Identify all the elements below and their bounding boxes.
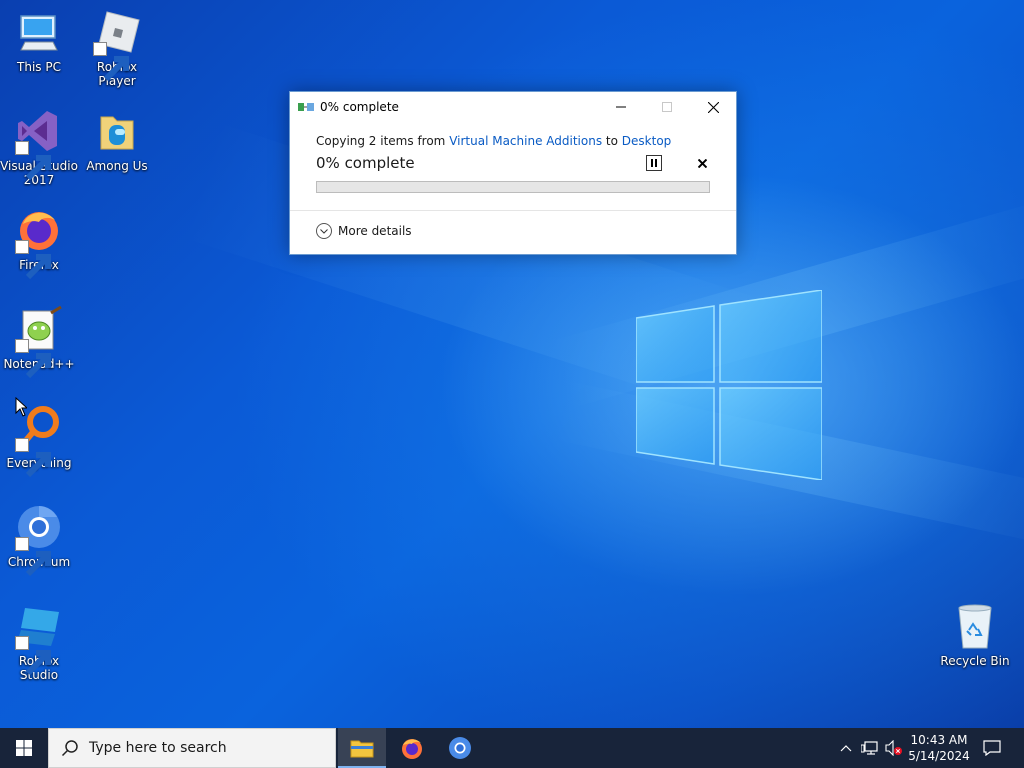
dialog-divider [290,210,736,211]
shortcut-arrow-icon [15,339,51,379]
windows-logo [636,290,822,480]
desktop-icon-roblox-player[interactable]: Roblox Player [78,8,156,88]
copy-files-icon [298,103,314,111]
clock-time: 10:43 AM [910,733,968,747]
notification-icon [983,740,1001,756]
desktop-icon-roblox-studio[interactable]: Roblox Studio [0,602,78,682]
desktop-icon-chromium[interactable]: Chromium [0,503,78,577]
windows-start-icon [16,740,32,756]
pause-icon [651,159,657,167]
cancel-copy-button[interactable] [694,155,710,171]
shortcut-arrow-icon [15,141,51,181]
close-button[interactable] [690,92,736,122]
desktop-icon-label: Recycle Bin [940,654,1010,668]
more-details-toggle[interactable]: More details [316,223,412,239]
percent-complete: 0% complete [316,154,415,172]
action-center-button[interactable] [980,728,1004,768]
minimize-button[interactable] [598,92,644,122]
desktop-icon-recycle-bin[interactable]: Recycle Bin [936,602,1014,668]
chevron-up-icon [840,745,852,752]
network-button[interactable] [858,728,882,768]
shortcut-arrow-icon [15,240,51,280]
desktop-icon-among-us[interactable]: Among Us [78,107,156,173]
desktop-icon-visual-studio[interactable]: Visual Studio 2017 [0,107,78,187]
desktop-icon-notepadpp[interactable]: Notepad++ [0,305,78,379]
firefox-icon [15,206,63,280]
pause-button[interactable] [646,155,662,171]
volume-muted-icon [885,740,902,756]
desktop-icon-everything[interactable]: Everything [0,404,78,478]
more-details-label: More details [338,224,412,238]
among-us-icon [93,107,141,155]
desktop-icon-this-pc[interactable]: This PC [0,8,78,74]
desktop-icon-firefox[interactable]: Firefox [0,206,78,280]
mouse-cursor-icon [15,397,27,417]
shortcut-arrow-icon [15,636,51,676]
taskbar-chromium[interactable] [436,728,484,768]
network-icon [861,741,878,755]
shortcut-arrow-icon [93,42,129,82]
start-button[interactable] [0,728,48,768]
to-word: to [605,134,618,148]
taskbar-file-explorer[interactable] [338,728,386,768]
chevron-down-icon [316,223,332,239]
roblox-studio-icon [15,602,63,676]
dialog-titlebar[interactable]: 0% complete [290,92,736,122]
search-placeholder: Type here to search [89,740,227,756]
notepadpp-icon [15,305,63,379]
destination-link[interactable]: Desktop [622,134,672,148]
copy-prefix: Copying 2 items from [316,134,446,148]
minimize-icon [616,106,626,108]
copy-description: Copying 2 items from Virtual Machine Add… [316,134,671,148]
system-tray [834,728,906,768]
copy-progress-bar [316,181,710,193]
file-explorer-icon [350,740,374,758]
chromium-icon [449,737,471,759]
maximize-button[interactable] [644,92,690,122]
volume-button[interactable] [882,728,906,768]
taskbar-firefox[interactable] [388,728,436,768]
taskbar-clock[interactable]: 10:43 AM 5/14/2024 [906,732,972,764]
maximize-icon [662,102,672,112]
source-link[interactable]: Virtual Machine Additions [449,134,602,148]
show-hidden-icons-button[interactable] [834,728,858,768]
roblox-player-icon [93,8,141,82]
clock-date: 5/14/2024 [908,749,970,763]
visual-studio-icon [15,107,63,181]
taskbar-search-box[interactable]: Type here to search [48,728,336,768]
this-pc-icon [15,8,63,56]
dialog-title: 0% complete [320,100,399,114]
chromium-icon [15,503,63,577]
cancel-icon [697,158,707,168]
desktop-icon-label: Among Us [86,159,148,173]
copy-progress-dialog: 0% complete Copying 2 items from Virtual… [289,91,737,255]
recycle-bin-icon [951,602,999,650]
close-icon [707,101,719,113]
shortcut-arrow-icon [15,537,51,577]
shortcut-arrow-icon [15,438,51,478]
taskbar: Type here to search 10:43 AM 5/14/2024 [0,728,1024,768]
desktop-icon-label: This PC [17,60,61,74]
search-icon [61,740,78,757]
firefox-icon [402,739,422,759]
